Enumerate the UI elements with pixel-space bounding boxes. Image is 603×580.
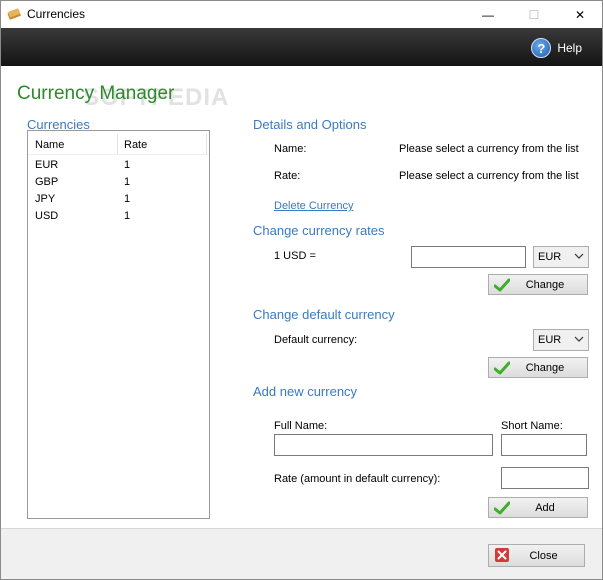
short-name-label: Short Name: xyxy=(501,420,563,432)
currency-name: EUR xyxy=(35,159,59,171)
help-button[interactable]: ? Help xyxy=(531,38,582,58)
toolbar: ? Help xyxy=(1,28,602,66)
full-name-field[interactable] xyxy=(274,434,493,456)
new-rate-label: Rate (amount in default currency): xyxy=(274,473,441,485)
rate-label: Rate: xyxy=(274,170,301,182)
currency-rate: 1 xyxy=(124,210,131,222)
button-label: Change xyxy=(525,362,565,374)
app-icon xyxy=(7,8,21,20)
list-item[interactable]: EUR 1 xyxy=(28,157,209,174)
add-currency-button[interactable]: Add xyxy=(488,497,588,518)
help-icon: ? xyxy=(531,38,552,58)
default-currency-label: Default currency: xyxy=(274,334,358,346)
close-button[interactable]: Close xyxy=(488,544,585,567)
main-panel: SOFTPEDIA Currency Manager Currencies Na… xyxy=(1,66,602,528)
new-rate-field[interactable] xyxy=(501,467,589,489)
currency-list[interactable]: Name Rate EUR 1 GBP 1 JPY 1 USD 1 xyxy=(27,130,210,519)
minimize-button[interactable]: — xyxy=(465,1,511,28)
change-default-button[interactable]: Change xyxy=(488,357,588,378)
default-currency-select[interactable]: EUR xyxy=(533,329,589,351)
column-header-name[interactable]: Name xyxy=(35,139,64,151)
chevron-down-icon xyxy=(574,253,584,259)
details-section-label: Details and Options xyxy=(253,117,367,132)
button-label: Change xyxy=(525,279,565,291)
add-currency-section-label: Add new currency xyxy=(253,384,358,399)
default-currency-section-label: Change default currency xyxy=(253,307,395,322)
rate-value: Please select a currency from the list xyxy=(399,170,579,182)
short-name-field[interactable] xyxy=(501,434,587,456)
currency-rate: 1 xyxy=(124,176,131,188)
column-divider[interactable] xyxy=(117,134,118,154)
change-rates-section-label: Change currency rates xyxy=(253,223,385,238)
select-value: EUR xyxy=(538,251,562,263)
currency-name: USD xyxy=(35,210,59,222)
delete-currency-link[interactable]: Delete Currency xyxy=(274,200,353,212)
chevron-down-icon xyxy=(574,336,584,342)
change-rate-button[interactable]: Change xyxy=(488,274,588,295)
window-title: Currencies xyxy=(27,7,86,21)
list-item[interactable]: JPY 1 xyxy=(28,191,209,208)
button-label: Close xyxy=(529,550,558,562)
close-window-button[interactable]: ✕ xyxy=(557,1,603,28)
maximize-button[interactable]: ☐ xyxy=(511,1,557,28)
full-name-label: Full Name: xyxy=(274,420,328,432)
bottom-bar: Close xyxy=(1,528,602,579)
rate-prefix-label: 1 USD = xyxy=(274,250,316,262)
select-value: EUR xyxy=(538,334,562,346)
currency-name: JPY xyxy=(35,193,56,205)
rate-currency-select[interactable]: EUR xyxy=(533,246,589,268)
title-bar[interactable]: Currencies — ☐ ✕ xyxy=(1,1,602,28)
name-label: Name: xyxy=(274,143,307,155)
button-label: Add xyxy=(535,502,555,514)
help-label: Help xyxy=(557,41,582,55)
column-header-rate[interactable]: Rate xyxy=(124,139,147,151)
currency-rate: 1 xyxy=(124,159,131,171)
name-value: Please select a currency from the list xyxy=(399,143,579,155)
currency-rate: 1 xyxy=(124,193,131,205)
currencies-window: Currencies — ☐ ✕ ? Help SOFTPEDIA Curren… xyxy=(0,0,603,580)
list-item[interactable]: USD 1 xyxy=(28,208,209,225)
column-divider[interactable] xyxy=(206,134,207,154)
list-header: Name Rate xyxy=(28,131,209,155)
list-item[interactable]: GBP 1 xyxy=(28,174,209,191)
currency-name: GBP xyxy=(35,176,59,188)
page-title: Currency Manager xyxy=(17,83,175,104)
rate-input[interactable] xyxy=(411,246,526,268)
